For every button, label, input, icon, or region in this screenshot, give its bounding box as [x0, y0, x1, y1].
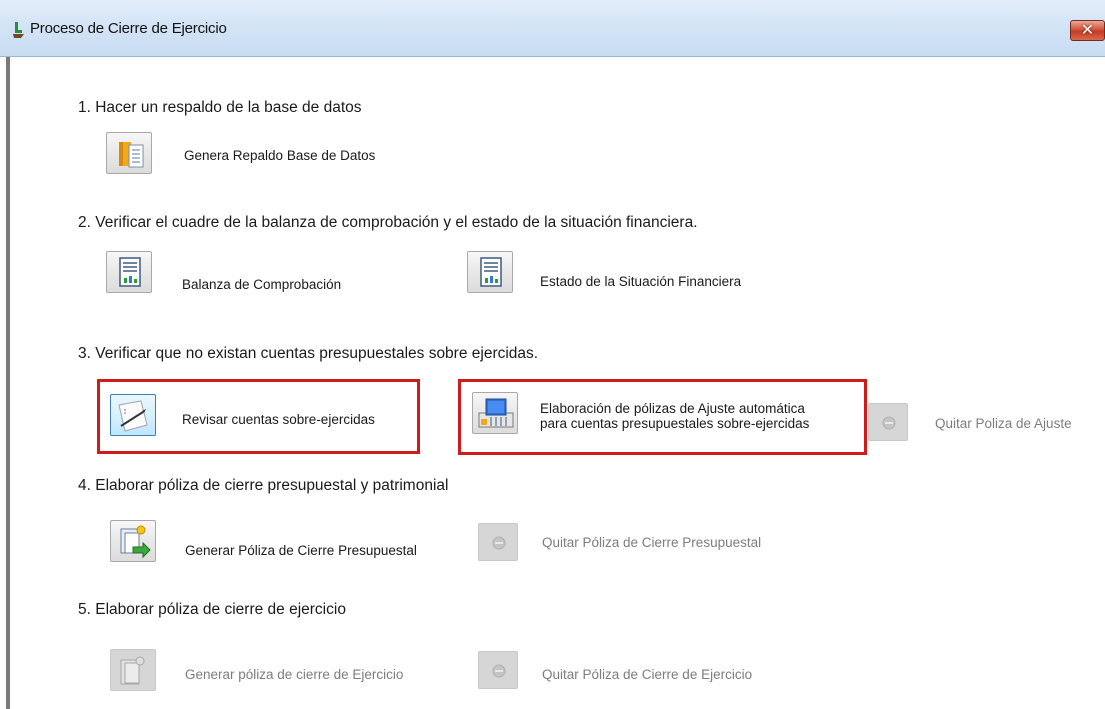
closing-policy-icon	[120, 656, 145, 685]
window-titlebar: Proceso de Cierre de Ejercicio ✕	[0, 0, 1105, 57]
generate-budget-closing-policy-label: Generar Póliza de Cierre Presupuestal	[185, 543, 417, 558]
review-overspent-accounts-label: Revisar cuentas sobre-ejercidas	[182, 412, 375, 427]
financial-position-label: Estado de la Situación Financiera	[540, 274, 742, 289]
app-icon	[13, 22, 24, 38]
adjustment-policy-label-line2: para cuentas presupuestales sobre-ejerci…	[540, 416, 810, 431]
financial-position-button[interactable]	[467, 251, 513, 293]
review-overspent-accounts-button[interactable]	[110, 394, 156, 436]
remove-budget-closing-policy-label: Quitar Póliza de Cierre Presupuestal	[542, 535, 762, 550]
step-5-heading: 5. Elaborar póliza de cierre de ejercici…	[78, 601, 346, 618]
remove-fiscal-closing-policy-button[interactable]	[478, 651, 518, 689]
database-backup-icon	[119, 142, 144, 168]
step-4-heading: 4. Elaborar póliza de cierre presupuesta…	[78, 477, 449, 494]
report-icon	[119, 257, 141, 287]
review-pen-icon	[118, 400, 148, 432]
remove-icon	[882, 416, 896, 430]
trial-balance-label: Balanza de Comprobación	[182, 277, 342, 292]
backup-database-label: Genera Repaldo Base de Datos	[184, 148, 376, 163]
generate-budget-closing-policy-button[interactable]	[110, 520, 156, 562]
adjustment-policy-label-line1: Elaboración de pólizas de Ajuste automát…	[540, 401, 805, 416]
close-button[interactable]: ✕	[1070, 20, 1105, 41]
remove-fiscal-closing-policy-label: Quitar Póliza de Cierre de Ejercicio	[542, 667, 753, 682]
step-3-heading: 3. Verificar que no existan cuentas pres…	[78, 345, 539, 362]
report-icon	[480, 257, 502, 287]
close-icon: ✕	[1080, 22, 1095, 39]
generate-policy-icon	[120, 525, 151, 559]
dialog-content: 1. Hacer un respaldo de la base de datos…	[10, 57, 1105, 709]
backup-database-button[interactable]	[106, 132, 152, 174]
remove-budget-closing-policy-button[interactable]	[478, 523, 518, 561]
adjustment-policy-button[interactable]	[472, 392, 518, 434]
trial-balance-button[interactable]	[106, 251, 152, 293]
remove-icon	[492, 536, 506, 550]
window-title: Proceso de Cierre de Ejercicio	[30, 20, 227, 37]
remove-adjustment-policy-button[interactable]	[868, 403, 908, 441]
step-2-heading: 2. Verificar el cuadre de la balanza de …	[78, 214, 698, 231]
generate-fiscal-closing-policy-button[interactable]	[110, 649, 156, 691]
adjustment-policy-icon	[478, 398, 514, 428]
generate-fiscal-closing-policy-label: Generar póliza de cierre de Ejercicio	[185, 667, 404, 682]
remove-icon	[492, 664, 506, 678]
step-1-heading: 1. Hacer un respaldo de la base de datos	[78, 99, 362, 116]
remove-adjustment-policy-label: Quitar Poliza de Ajuste	[935, 416, 1072, 431]
